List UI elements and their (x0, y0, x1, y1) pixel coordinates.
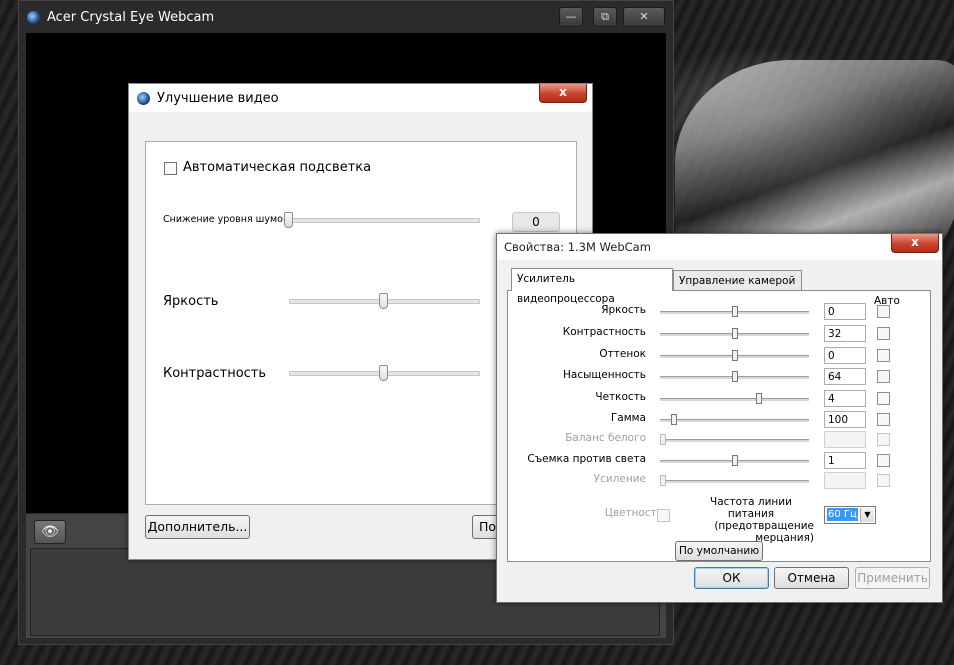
property-value-field[interactable]: 1 (824, 452, 866, 469)
brightness-label: Яркость (163, 294, 219, 309)
property-slider-thumb[interactable] (732, 306, 738, 317)
property-value-field[interactable]: 0 (824, 303, 866, 320)
power-frequency-label: Частота линии питания (предотвращение ме… (688, 496, 814, 544)
contrast-label: Контрастность (163, 366, 267, 381)
advanced-button[interactable]: Дополнитель... (145, 515, 250, 539)
property-auto-checkbox[interactable] (877, 392, 890, 405)
ok-button[interactable]: ОК (694, 567, 769, 589)
property-slider[interactable] (660, 398, 809, 401)
property-slider-thumb (660, 475, 666, 486)
property-slider-thumb[interactable] (732, 371, 738, 382)
noise-reduction-label: Снижение уровня шумов (163, 214, 289, 225)
noise-reduction-value: 0 (512, 212, 560, 232)
auto-backlight-label: Автоматическая подсветка (183, 160, 372, 175)
property-slider-thumb[interactable] (732, 328, 738, 339)
property-slider-thumb[interactable] (671, 414, 677, 425)
restore-button[interactable]: ⧉ (593, 7, 617, 27)
power-frequency-value: 60 Гц (827, 508, 858, 521)
property-label: Усиление (593, 473, 646, 485)
webcam-app-icon (137, 92, 150, 105)
property-auto-checkbox (877, 433, 890, 446)
property-slider[interactable] (660, 419, 809, 422)
tab-video-proc-amp[interactable]: Усилитель видеопроцессора (511, 268, 673, 305)
property-auto-checkbox[interactable] (877, 454, 890, 467)
property-value-field (824, 472, 866, 489)
noise-reduction-slider[interactable] (284, 218, 480, 223)
property-slider-thumb[interactable] (732, 350, 738, 361)
webcam-titlebar[interactable]: Acer Crystal Eye Webcam — ⧉ ✕ (19, 1, 673, 33)
default-button[interactable]: По умолчанию (675, 541, 763, 561)
properties-close-button[interactable]: x (891, 234, 939, 253)
property-slider-thumb[interactable] (732, 455, 738, 466)
tab-camera-control[interactable]: Управление камерой (673, 270, 802, 290)
properties-title: Свойства: 1.3M WebCam (504, 240, 651, 254)
property-auto-checkbox (877, 474, 890, 487)
video-enhancement-close-button[interactable]: x (539, 84, 587, 103)
auto-backlight-checkbox[interactable] (164, 162, 177, 175)
properties-tabs: Усилитель видеопроцессора Управление кам… (507, 264, 935, 564)
properties-titlebar[interactable]: Свойства: 1.3M WebCam x (497, 234, 942, 260)
contrast-slider-thumb[interactable] (379, 365, 388, 381)
cancel-button[interactable]: Отмена (774, 567, 849, 589)
property-slider-thumb[interactable] (756, 393, 762, 404)
video-enhancement-title: Улучшение видео (157, 91, 279, 106)
property-auto-checkbox[interactable] (877, 305, 890, 318)
property-slider-thumb (660, 434, 666, 445)
property-value-field[interactable]: 64 (824, 368, 866, 385)
power-frequency-label-line1: Частота линии питания (710, 496, 792, 520)
minimize-button[interactable]: — (559, 7, 583, 27)
video-enhancement-titlebar[interactable]: Улучшение видео x (129, 84, 592, 112)
property-auto-checkbox[interactable] (877, 327, 890, 340)
property-value-field[interactable]: 100 (824, 411, 866, 428)
color-checkbox[interactable] (657, 509, 670, 522)
property-value-field[interactable]: 4 (824, 390, 866, 407)
property-value-field[interactable]: 32 (824, 325, 866, 342)
property-label: Баланс белого (565, 432, 646, 444)
video-proc-amp-page: Авто Цветность Частота линии питания (пр… (507, 290, 931, 562)
property-label: Четкость (595, 391, 646, 403)
brightness-slider-thumb[interactable] (379, 293, 388, 309)
power-frequency-label-line2: (предотвращение (714, 520, 814, 532)
property-label: Съемка против света (527, 453, 646, 465)
property-label: Гамма (610, 412, 646, 424)
noise-reduction-slider-thumb[interactable] (284, 212, 293, 228)
apply-button[interactable]: Применить (855, 567, 930, 589)
property-value-field (824, 431, 866, 448)
color-label: Цветность (604, 507, 663, 519)
webcam-close-button[interactable]: ✕ (623, 7, 665, 27)
webcam-properties-dialog: Свойства: 1.3M WebCam x Усилитель видеоп… (496, 233, 943, 603)
power-frequency-select[interactable]: 60 Гц ▼ (824, 506, 876, 524)
property-auto-checkbox[interactable] (877, 370, 890, 383)
property-auto-checkbox[interactable] (877, 349, 890, 362)
property-slider (660, 480, 809, 483)
property-label: Контрастность (562, 326, 646, 338)
eye-icon[interactable]: 👁 (34, 520, 66, 544)
property-auto-checkbox[interactable] (877, 413, 890, 426)
webcam-app-icon (27, 11, 40, 24)
webcam-window-title: Acer Crystal Eye Webcam (47, 10, 215, 25)
chevron-down-icon[interactable]: ▼ (860, 508, 874, 522)
property-value-field[interactable]: 0 (824, 347, 866, 364)
property-label: Оттенок (599, 348, 646, 360)
property-label: Насыщенность (563, 369, 646, 381)
property-slider (660, 439, 809, 442)
